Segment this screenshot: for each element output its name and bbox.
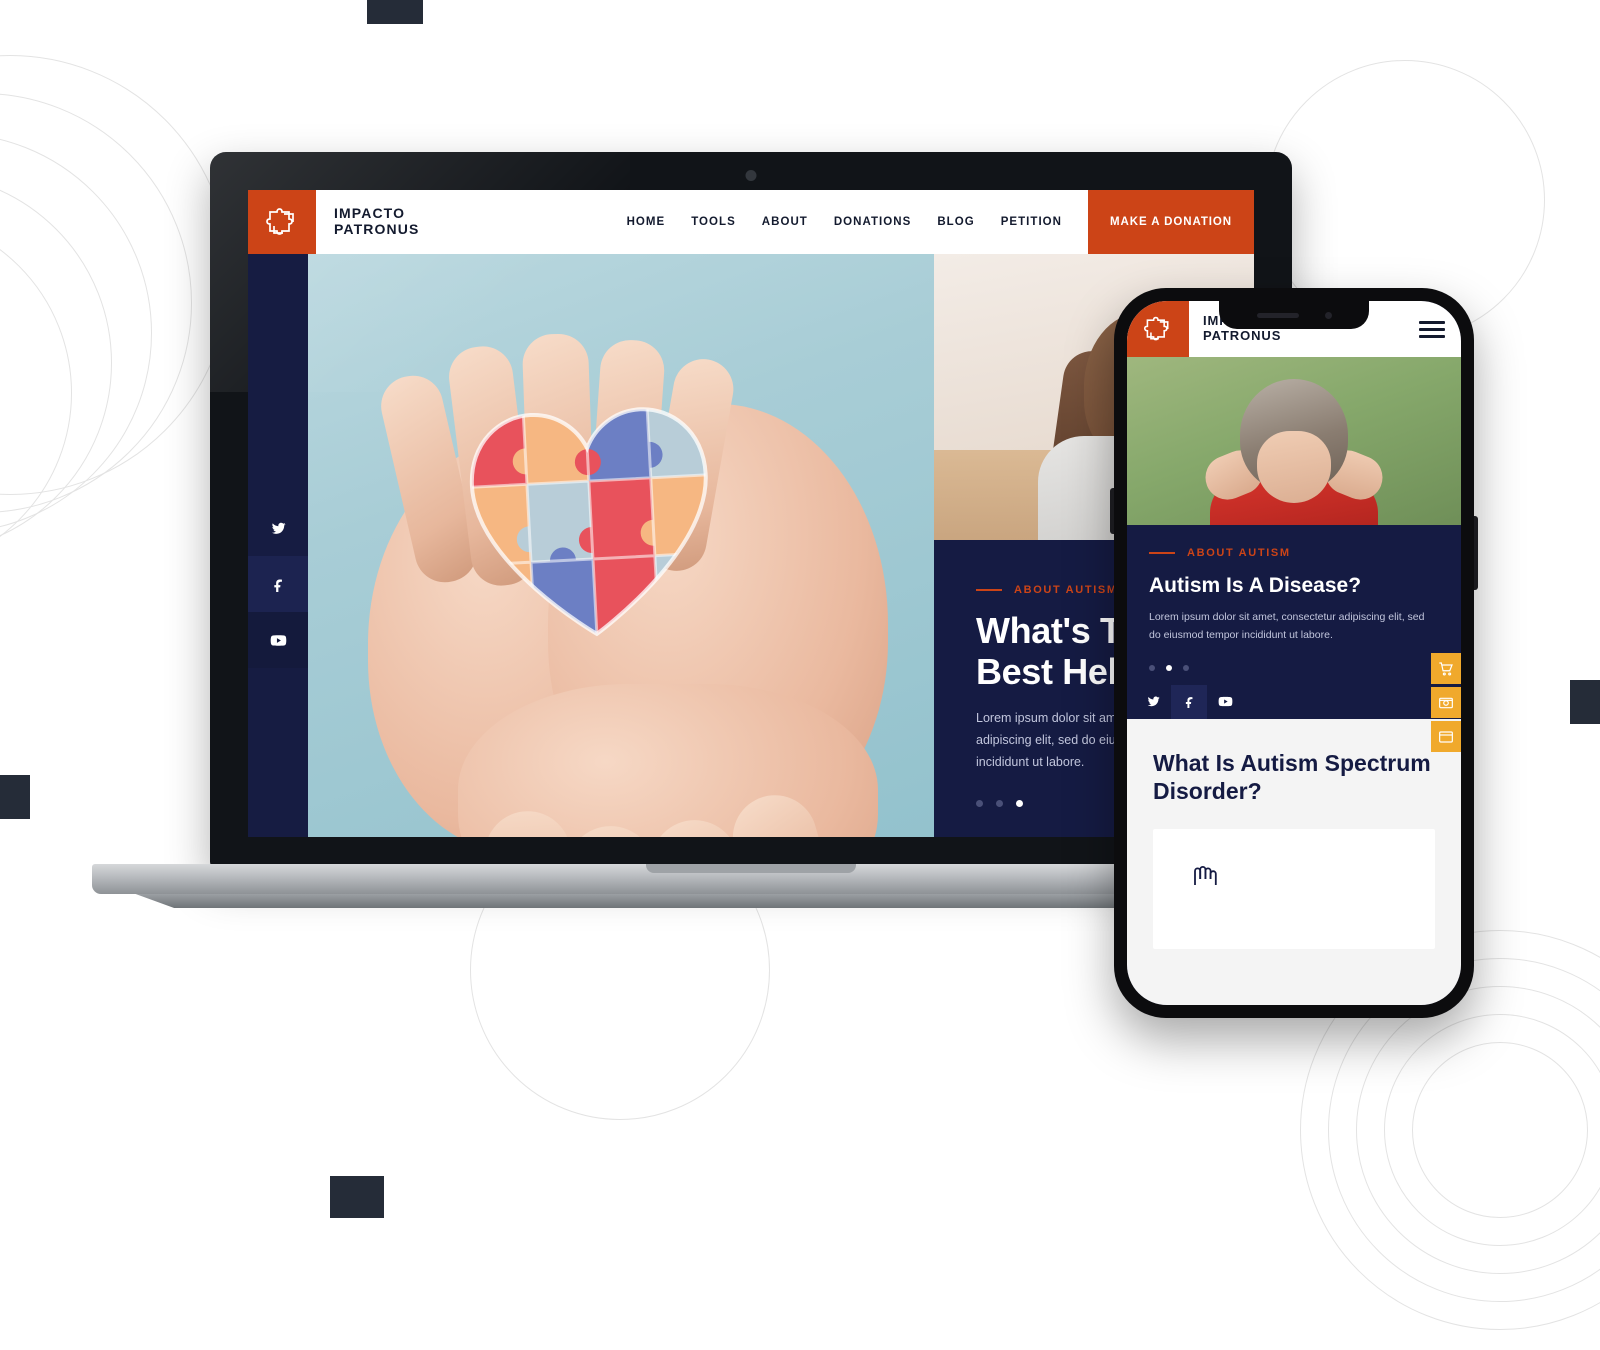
twitter-icon [271,522,286,534]
phone-slider-dot-2[interactable] [1166,664,1172,671]
phone-logo-tile[interactable] [1127,301,1189,357]
puzzle-piece-icon [1143,316,1169,341]
hero-image-hands-puzzle-heart [248,254,934,837]
nav-item-blog[interactable]: BLOG [937,216,974,228]
phone-hero-title: Autism Is A Disease? [1149,574,1362,597]
twitter-icon [1147,696,1160,707]
phone-screen: IMPACTO PATRONUS ABOUT AUTISM [1127,301,1461,1005]
phone-section-title: What Is Autism Spectrum Disorder? [1153,749,1431,804]
nav-item-petition[interactable]: PETITION [1001,216,1062,228]
brand-line-2: PATRONUS [334,221,420,237]
brand-name: IMPACTO PATRONUS [334,206,419,237]
phone-notch [1219,301,1369,329]
phone-social-youtube-button[interactable] [1207,685,1243,719]
phone-content-section: What Is Autism Spectrum Disorder? [1127,718,1461,1005]
kicker-label: ABOUT AUTISM [1014,584,1118,597]
nav-item-about[interactable]: ABOUT [762,216,808,228]
desktop-social-rail [248,500,308,668]
decorative-square-right [1570,680,1600,724]
slider-dot-2[interactable] [996,800,1003,807]
phone-frame: IMPACTO PATRONUS ABOUT AUTISM [1110,288,1478,1018]
decorative-square-bottom [330,1176,384,1218]
phone-slider-dot-3[interactable] [1183,664,1189,671]
phone-hero-body: Lorem ipsum dolor sit amet, consectetur … [1149,611,1425,642]
phone-hero-image-boy [1127,357,1461,525]
social-twitter-button[interactable] [248,500,308,556]
phone-social-twitter-button[interactable] [1135,685,1171,719]
desktop-logo-tile[interactable] [248,190,316,254]
laptop-camera-icon [745,170,757,181]
kicker-dash-icon [1149,552,1175,554]
phone-mockup: IMPACTO PATRONUS ABOUT AUTISM [1110,288,1478,1018]
facebook-icon [1185,697,1192,709]
decorative-square-top [367,0,423,24]
slider-dot-1[interactable] [976,800,983,807]
phone-side-action-tabs [1431,653,1461,755]
nav-item-donations[interactable]: DONATIONS [834,216,911,228]
desktop-menu: HOME TOOLS ABOUT DONATIONS BLOG PETITION [627,216,1088,228]
puzzle-heart-icon [460,400,722,645]
window-tab-button[interactable] [1431,721,1461,752]
desktop-nav-main: IMPACTO PATRONUS HOME TOOLS ABOUT DONATI… [316,190,1088,254]
kicker-dash-icon [976,589,1002,592]
phone-slider-dot-1[interactable] [1149,664,1155,671]
slider-dot-3[interactable] [1016,800,1023,807]
nav-item-tools[interactable]: TOOLS [691,216,736,228]
phone-speaker-icon [1256,312,1299,318]
gallery-tab-button[interactable] [1431,687,1461,718]
desktop-navbar: IMPACTO PATRONUS HOME TOOLS ABOUT DONATI… [248,190,1254,254]
gallery-icon [1439,697,1453,708]
phone-front-camera-icon [1324,311,1332,319]
window-icon [1439,730,1453,743]
hand-icon [1194,866,1217,885]
phone-hero-kicker: ABOUT AUTISM [1149,547,1439,559]
puzzle-piece-icon [266,208,294,235]
phone-slider-dots [1149,664,1439,671]
youtube-icon [270,634,286,646]
brand-line-1: IMPACTO [334,205,406,222]
phone-social-bar [1127,684,1461,719]
cart-icon [1439,661,1453,676]
cart-tab-button[interactable] [1431,653,1461,684]
facebook-icon [273,579,282,592]
phone-brand-line-2: PATRONUS [1203,328,1282,343]
laptop-screen: IMPACTO PATRONUS HOME TOOLS ABOUT DONATI… [248,190,1254,837]
nav-item-home[interactable]: HOME [627,216,666,228]
hamburger-menu-icon[interactable] [1419,301,1461,357]
social-youtube-button[interactable] [248,612,308,668]
decorative-square-left [0,775,30,819]
phone-content-card [1153,828,1435,949]
phone-social-facebook-button[interactable] [1171,684,1207,719]
desktop-hero: ABOUT AUTISM What's The Best Help Lorem … [248,254,1254,837]
make-a-donation-button[interactable]: MAKE A DONATION [1088,190,1254,254]
phone-hero-panel: ABOUT AUTISM Autism Is A Disease? Lorem … [1127,525,1461,685]
youtube-icon [1218,697,1232,707]
social-facebook-button[interactable] [248,556,308,612]
phone-kicker-label: ABOUT AUTISM [1187,547,1291,559]
